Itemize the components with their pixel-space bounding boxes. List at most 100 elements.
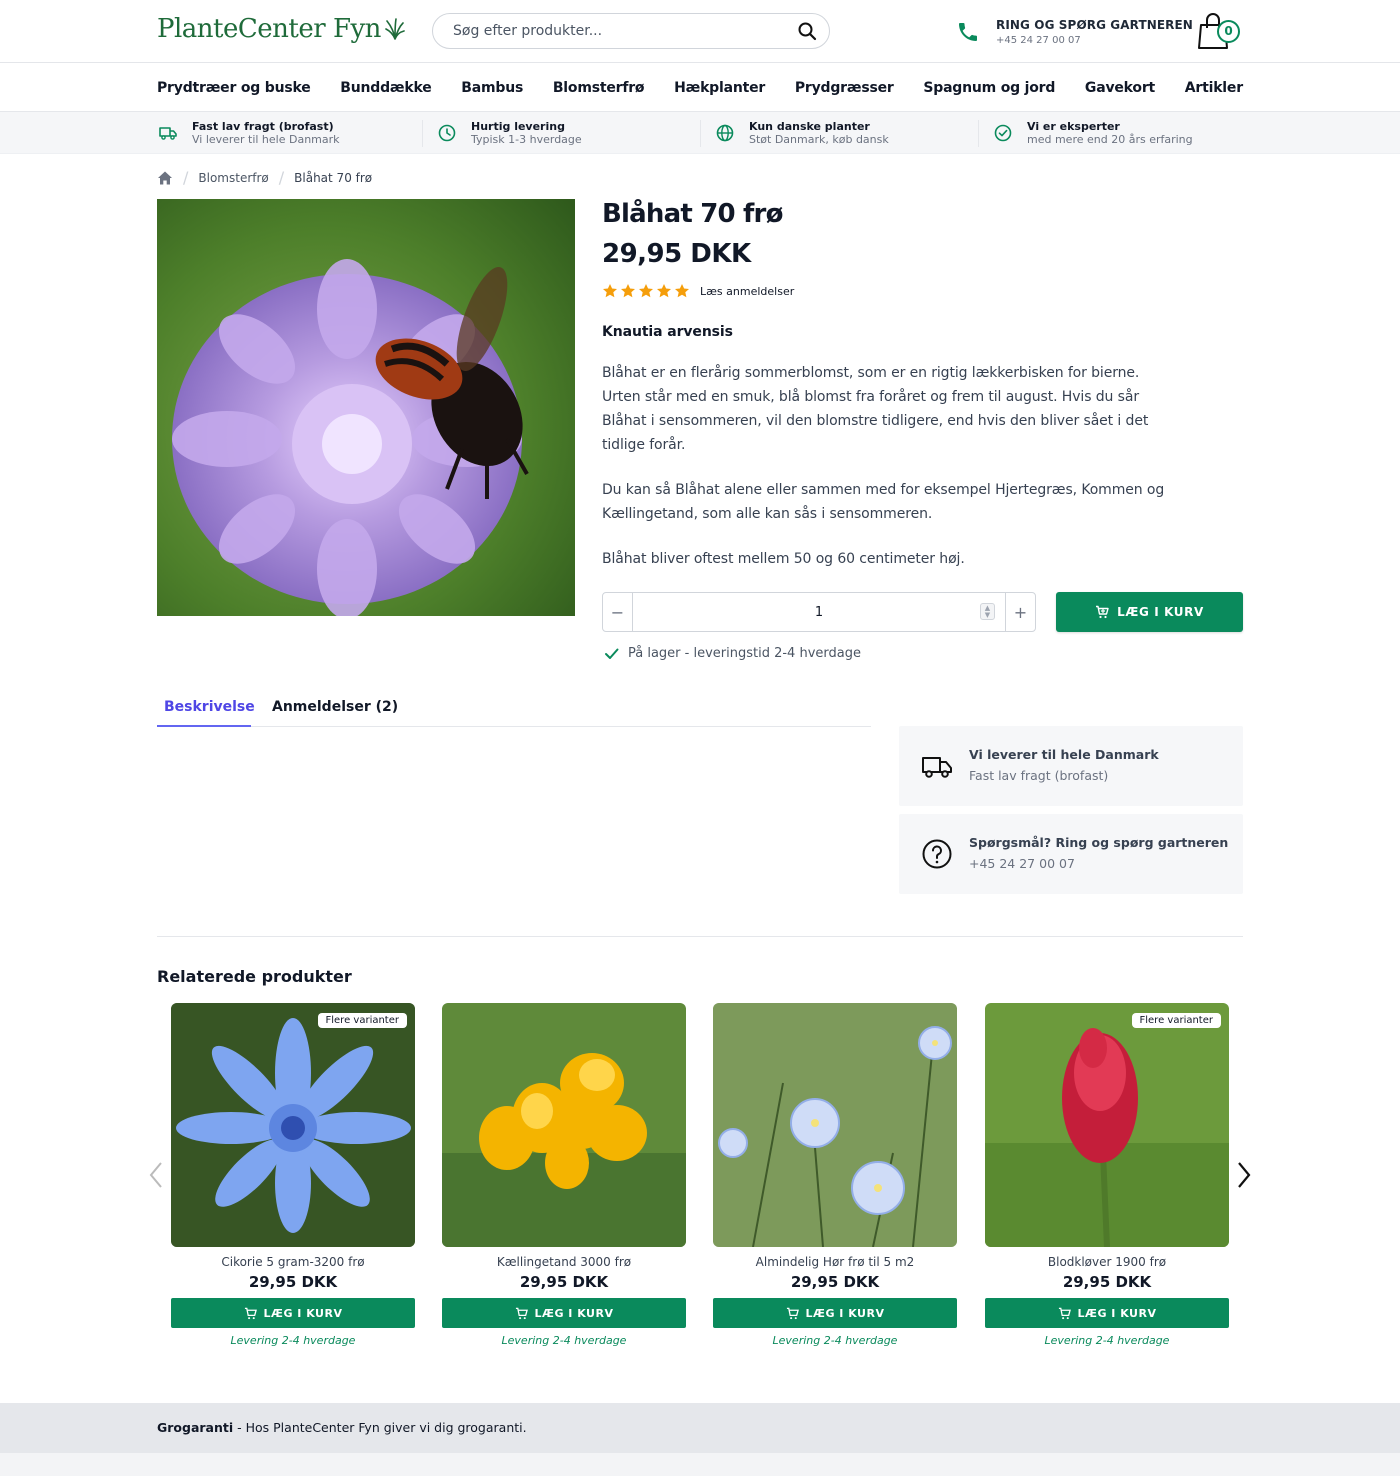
increase-quantity-button[interactable]: + (1006, 593, 1035, 631)
product-card-image[interactable] (713, 1003, 957, 1247)
usp-divider (700, 120, 701, 147)
product-card-name[interactable]: Blodkløver 1900 frø (985, 1255, 1229, 1269)
flax-flower-image (713, 1003, 957, 1247)
carousel-prev-arrow[interactable] (140, 1150, 172, 1200)
cart-icon (786, 1307, 799, 1319)
nav-item-gavekort[interactable]: Gavekort (1085, 80, 1155, 96)
product-card[interactable]: Flere varianter Cikorie 5 gram-3200 frø … (171, 1003, 415, 1347)
delivery-time: Levering 2-4 hverdage (772, 1334, 898, 1347)
home-icon[interactable] (157, 170, 173, 186)
tab-description[interactable]: Beskrivelse (164, 699, 255, 715)
question-info-box: Spørgsmål? Ring og spørg gartneren +45 2… (899, 814, 1243, 894)
delivery-time: Levering 2-4 hverdage (1044, 1334, 1170, 1347)
section-divider (157, 936, 1243, 937)
star-icon (621, 284, 635, 298)
cart-icon (515, 1307, 528, 1319)
cart-icon (1058, 1307, 1071, 1319)
truck-icon (159, 127, 177, 140)
cart-count-badge: 0 (1217, 20, 1240, 43)
product-card-image[interactable] (442, 1003, 686, 1247)
breadcrumb-category[interactable]: Blomsterfrø (198, 171, 268, 185)
star-icon (675, 284, 689, 298)
delivery-time: Levering 2-4 hverdage (501, 1334, 627, 1347)
description-paragraph: Blåhat er en flerårig sommerblomst, som … (602, 365, 1149, 453)
usp-shipping: Fast lav fragt (brofast) Vi leverer til h… (158, 118, 340, 148)
variants-badge: Flere varianter (1131, 1013, 1221, 1028)
decrease-quantity-button[interactable]: − (603, 593, 632, 631)
carousel-next-arrow[interactable] (1228, 1150, 1260, 1200)
star-icon (639, 284, 653, 298)
chevron-left-icon (149, 1162, 162, 1188)
site-header: PlanteCenter Fyn RING OG SPØRG GARTNEREN… (0, 0, 1400, 63)
product-title: Blåhat 70 frø (602, 199, 783, 229)
usp-divider (978, 120, 979, 147)
product-card[interactable]: Almindelig Hør frø til 5 m2 29,95 DKK LÆ… (713, 1003, 957, 1347)
breadcrumb-current: Blåhat 70 frø (294, 170, 373, 185)
footer-strip (0, 1453, 1400, 1476)
clock-icon (438, 124, 456, 142)
search-input[interactable] (453, 23, 797, 39)
product-card[interactable]: Kællingetand 3000 frø 29,95 DKK LÆG I KU… (442, 1003, 686, 1347)
breadcrumb: / Blomsterfrø / Blåhat 70 frø (157, 168, 372, 187)
product-card[interactable]: Flere varianter Blodkløver 1900 frø 29,9… (985, 1003, 1229, 1347)
rating-stars[interactable]: Læs anmeldelser (602, 283, 1242, 299)
nav-item-prydgraesser[interactable]: Prydgræsser (795, 80, 894, 96)
quantity-input[interactable]: 1 ▲ ▼ (632, 593, 1006, 631)
phone-contact[interactable]: RING OG SPØRG GARTNEREN +45 24 27 00 07 (956, 18, 1193, 46)
grogaranti-banner: Grogaranti - Hos PlanteCenter Fyn giver … (0, 1403, 1400, 1453)
tab-reviews[interactable]: Anmeldelser (2) (272, 699, 398, 715)
chicory-flower-image (171, 1003, 415, 1247)
cart-icon (1096, 605, 1109, 619)
cart-icon (244, 1307, 257, 1319)
latin-name: Knautia arvensis (602, 324, 733, 340)
search-bar (432, 13, 830, 49)
nav-item-bambus[interactable]: Bambus (461, 80, 523, 96)
cart-button[interactable]: 0 (1197, 12, 1243, 50)
add-to-cart-button[interactable]: LÆG I KURV (171, 1298, 415, 1328)
nav-item-prydtraeer[interactable]: Prydtræer og buske (157, 80, 311, 96)
nav-item-blomsterfro[interactable]: Blomsterfrø (553, 80, 645, 96)
product-description: Blåhat er en flerårig sommerblomst, som … (602, 361, 1242, 571)
product-card-price: 29,95 DKK (248, 1273, 338, 1291)
product-card-image[interactable]: Flere varianter (985, 1003, 1229, 1247)
product-tabs: Beskrivelse Anmeldelser (2) (157, 690, 871, 727)
scabious-flower-with-bee-image (157, 199, 575, 616)
crimson-clover-flower-image (985, 1003, 1229, 1247)
nav-item-artikler[interactable]: Artikler (1185, 80, 1243, 96)
site-logo[interactable]: PlanteCenter Fyn (157, 14, 405, 44)
read-reviews-link[interactable]: Læs anmeldelser (700, 285, 794, 298)
product-card-price: 29,95 DKK (1062, 1273, 1152, 1291)
quantity-stepper: − 1 ▲ ▼ + (602, 592, 1036, 632)
search-icon[interactable] (797, 21, 817, 41)
number-spinner[interactable]: ▲ ▼ (980, 603, 995, 620)
product-image[interactable] (157, 199, 575, 616)
product-card-price: 29,95 DKK (519, 1273, 609, 1291)
globe-icon (716, 124, 734, 142)
usp-danish-plants: Kun danske planter Støt Danmark, køb dans… (715, 118, 889, 148)
product-card-name[interactable]: Almindelig Hør frø til 5 m2 (713, 1255, 957, 1269)
chevron-right-icon (1238, 1162, 1251, 1188)
nav-item-haekplanter[interactable]: Hækplanter (674, 80, 765, 96)
add-to-cart-button[interactable]: LÆG I KURV (442, 1298, 686, 1328)
product-card-name[interactable]: Cikorie 5 gram-3200 frø (171, 1255, 415, 1269)
breadcrumb-separator: / (183, 168, 189, 187)
product-card-price: 29,95 DKK (790, 1273, 880, 1291)
product-card-image[interactable]: Flere varianter (171, 1003, 415, 1247)
product-card-name[interactable]: Kællingetand 3000 frø (442, 1255, 686, 1269)
usp-fast-delivery: Hurtig levering Typisk 1-3 hverdage (437, 118, 582, 148)
nav-item-bunddaekke[interactable]: Bunddække (340, 80, 431, 96)
phone-number: +45 24 27 00 07 (996, 35, 1081, 46)
description-paragraph: Du kan så Blåhat alene eller sammen med … (602, 482, 1165, 522)
product-price: 29,95 DKK (602, 239, 751, 269)
add-to-cart-button[interactable]: LÆG I KURV (1056, 592, 1243, 632)
usp-experts: Vi er eksperter med mere end 20 års erfar… (993, 118, 1193, 148)
description-paragraph: Blåhat bliver oftest mellem 50 og 60 cen… (602, 551, 965, 567)
nav-item-spagnum[interactable]: Spagnum og jord (923, 80, 1055, 96)
checkmark-icon (605, 648, 619, 659)
usp-divider (422, 120, 423, 147)
related-products-title: Relaterede produkter (157, 967, 352, 986)
delivery-time: Levering 2-4 hverdage (230, 1334, 356, 1347)
check-circle-icon (994, 124, 1012, 142)
add-to-cart-button[interactable]: LÆG I KURV (713, 1298, 957, 1328)
add-to-cart-button[interactable]: LÆG I KURV (985, 1298, 1229, 1328)
